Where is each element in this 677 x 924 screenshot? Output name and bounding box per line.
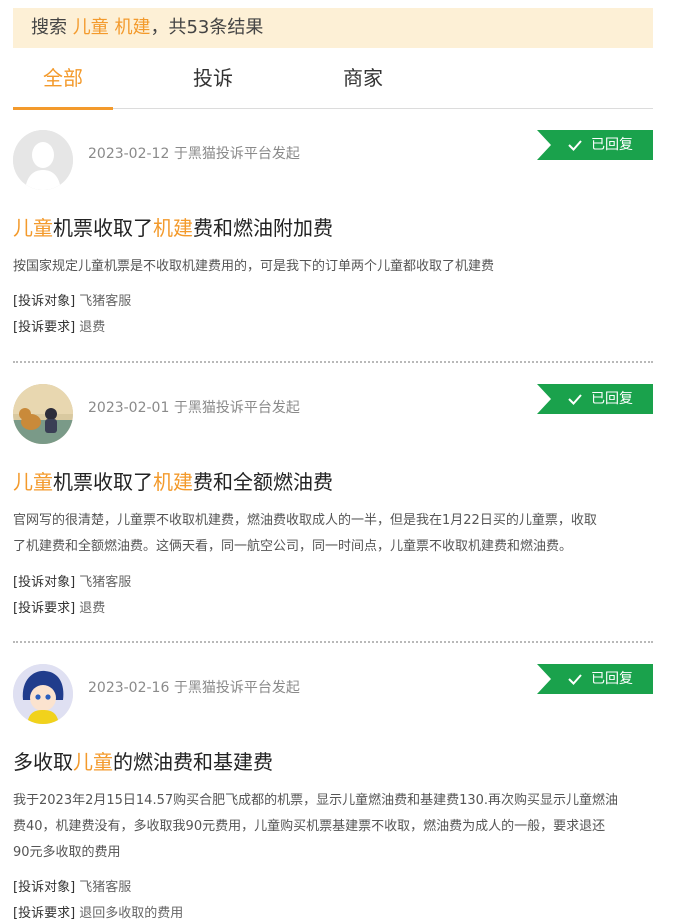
- title-highlight: 机建: [153, 216, 193, 240]
- complaint-card[interactable]: 2023-02-16 于黑猫投诉平台发起 已回复 多收取儿童的燃油费和基建费 我…: [13, 664, 653, 923]
- complaint-object: [投诉对象] 飞猪客服: [13, 292, 131, 312]
- complaint-description: 官网写的很清楚，儿童票不收取机建费，燃油费收取成人的一半，但是我在1月22日买的…: [13, 508, 653, 560]
- object-value: 飞猪客服: [79, 294, 132, 309]
- complaint-title[interactable]: 多收取儿童的燃油费和基建费: [13, 748, 273, 776]
- post-meta: 2023-02-01 于黑猫投诉平台发起: [88, 398, 300, 418]
- status-label: 已回复: [591, 391, 633, 407]
- description-line: 90元多收取的费用: [13, 845, 121, 860]
- request-value: 退费: [79, 320, 106, 335]
- post-source: 于黑猫投诉平台发起: [173, 400, 300, 416]
- complaint-request: [投诉要求] 退回多收取的费用: [13, 904, 183, 924]
- filter-tabs: 全部 投诉 商家: [13, 48, 653, 110]
- title-highlight: 儿童: [13, 470, 53, 494]
- search-count: ，共53条结果: [150, 17, 264, 38]
- complaint-object: [投诉对象] 飞猪客服: [13, 878, 131, 898]
- request-value: 退费: [79, 601, 106, 616]
- title-text: 费和燃油附加费: [193, 216, 333, 240]
- card-separator: [13, 361, 653, 363]
- active-tab-indicator: [13, 107, 113, 110]
- status-badge: 已回复: [537, 384, 653, 414]
- title-text: 机票收取了: [53, 470, 153, 494]
- post-date: 2023-02-01: [88, 400, 170, 416]
- tab-merchants[interactable]: 商家: [313, 48, 413, 108]
- check-icon: [568, 394, 582, 405]
- search-prefix: 搜索: [31, 17, 73, 38]
- object-label: [投诉对象]: [13, 880, 76, 895]
- status-badge: 已回复: [537, 130, 653, 160]
- tab-complaints[interactable]: 投诉: [163, 48, 263, 108]
- complaint-card[interactable]: 2023-02-12 于黑猫投诉平台发起 已回复 儿童机票收取了机建费和燃油附加…: [13, 130, 653, 345]
- status-badge: 已回复: [537, 664, 653, 694]
- check-icon: [568, 674, 582, 685]
- title-highlight: 机建: [153, 470, 193, 494]
- object-label: [投诉对象]: [13, 575, 76, 590]
- complaint-title[interactable]: 儿童机票收取了机建费和全额燃油费: [13, 468, 333, 496]
- post-source: 于黑猫投诉平台发起: [173, 680, 300, 696]
- default-avatar-icon: [13, 130, 73, 190]
- complaint-request: [投诉要求] 退费: [13, 599, 105, 619]
- complaint-title[interactable]: 儿童机票收取了机建费和燃油附加费: [13, 214, 333, 242]
- title-text: 的燃油费和基建费: [113, 750, 273, 774]
- request-label: [投诉要求]: [13, 320, 76, 335]
- check-icon: [568, 140, 582, 151]
- post-meta: 2023-02-12 于黑猫投诉平台发起: [88, 144, 300, 164]
- title-text: 多收取: [13, 750, 73, 774]
- status-label: 已回复: [591, 671, 633, 687]
- post-meta: 2023-02-16 于黑猫投诉平台发起: [88, 678, 300, 698]
- description-line: 费40，机建费没有，多收取我90元费用，儿童购买机票基建票不收取，燃油费为成人的…: [13, 819, 606, 834]
- title-text: 费和全额燃油费: [193, 470, 333, 494]
- title-highlight: 儿童: [13, 216, 53, 240]
- title-text: 机票收取了: [53, 216, 153, 240]
- post-date: 2023-02-16: [88, 680, 170, 696]
- cartoon-girl-avatar-icon: [13, 664, 73, 724]
- request-label: [投诉要求]: [13, 601, 76, 616]
- complaint-request: [投诉要求] 退费: [13, 318, 105, 338]
- search-keyword: 儿童 机建: [72, 17, 151, 38]
- description-line: 我于2023年2月15日14.57购买合肥飞成都的机票，显示儿童燃油费和基建费1…: [13, 793, 619, 808]
- object-value: 飞猪客服: [79, 575, 132, 590]
- complaint-description: 按国家规定儿童机票是不收取机建费用的，可是我下的订单两个儿童都收取了机建费: [13, 259, 495, 274]
- tab-all[interactable]: 全部: [13, 48, 113, 108]
- request-value: 退回多收取的费用: [79, 906, 184, 921]
- complaint-description: 我于2023年2月15日14.57购买合肥飞成都的机票，显示儿童燃油费和基建费1…: [13, 788, 653, 866]
- description-line: 了机建费和全额燃油费。这俩天看，同一航空公司，同一时间点，儿童票不收取机建费和燃…: [13, 539, 573, 554]
- child-with-dog-avatar-icon: [13, 384, 73, 444]
- object-value: 飞猪客服: [79, 880, 132, 895]
- request-label: [投诉要求]: [13, 906, 76, 921]
- card-separator: [13, 641, 653, 643]
- object-label: [投诉对象]: [13, 294, 76, 309]
- complaint-card[interactable]: 2023-02-01 于黑猫投诉平台发起 已回复 儿童机票收取了机建费和全额燃油…: [13, 384, 653, 626]
- post-date: 2023-02-12: [88, 146, 170, 162]
- title-highlight: 儿童: [73, 750, 113, 774]
- post-source: 于黑猫投诉平台发起: [173, 146, 300, 162]
- complaint-object: [投诉对象] 飞猪客服: [13, 573, 131, 593]
- status-label: 已回复: [591, 137, 633, 153]
- description-line: 官网写的很清楚，儿童票不收取机建费，燃油费收取成人的一半，但是我在1月22日买的…: [13, 513, 597, 528]
- search-result-summary: 搜索 儿童 机建，共53条结果: [13, 8, 653, 48]
